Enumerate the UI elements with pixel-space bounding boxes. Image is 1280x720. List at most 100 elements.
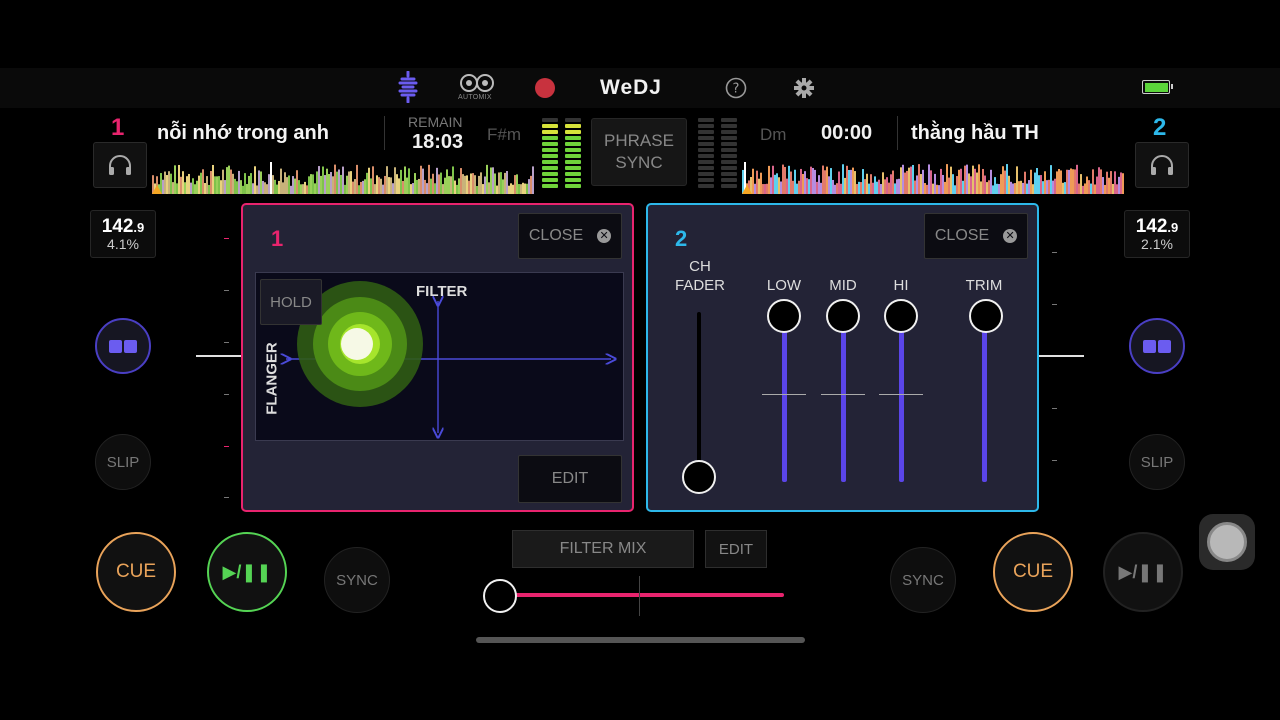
- ch-fader-knob[interactable]: [682, 460, 716, 494]
- deck1-play-pause-button[interactable]: ▶/❚❚: [207, 532, 287, 612]
- deck2-sync-button[interactable]: SYNC: [890, 547, 956, 613]
- meter-segment: [565, 184, 581, 188]
- meter-segment: [698, 160, 714, 164]
- deck1-sync-button[interactable]: SYNC: [324, 547, 390, 613]
- deck2-number: 2: [1153, 114, 1167, 141]
- meter-segment: [565, 148, 581, 152]
- deck1-headphones-button[interactable]: [93, 142, 147, 188]
- eq-hi-label: HI: [893, 277, 909, 294]
- deck1-waveform[interactable]: [152, 162, 534, 194]
- meter-segment: [565, 118, 581, 122]
- meter-segment: [698, 136, 714, 140]
- deck1-ruler-tick: [224, 342, 229, 343]
- eq-mid-knob[interactable]: [826, 299, 860, 333]
- meter-segment: [721, 184, 737, 188]
- eq-hi-track[interactable]: [899, 330, 904, 482]
- deck1-track-title: nỗi nhớ trong anh: [157, 122, 329, 144]
- deck2-play-pause-button[interactable]: ▶/❚❚: [1103, 532, 1183, 612]
- deck1-pad-mode-button[interactable]: [95, 318, 151, 374]
- eq-low-track[interactable]: [782, 330, 787, 482]
- meter-segment: [542, 178, 558, 182]
- crossfader-knob[interactable]: [483, 579, 517, 613]
- meter-segment: [698, 130, 714, 134]
- meter-segment: [721, 136, 737, 140]
- crossfader-track[interactable]: [500, 593, 784, 597]
- meter-segment: [721, 166, 737, 170]
- meter-segment: [698, 178, 714, 182]
- deck1-remain-label: REMAIN: [408, 114, 463, 130]
- meter-segment: [542, 124, 558, 128]
- meter-segment: [698, 172, 714, 176]
- deck1-cue-button[interactable]: CUE: [96, 532, 176, 612]
- deck2-cue-button[interactable]: CUE: [993, 532, 1073, 612]
- fx-x-axis-label: FILTER: [416, 283, 468, 300]
- mixer-edit-button[interactable]: EDIT: [705, 530, 767, 568]
- deck2-ruler-tick: [1052, 460, 1057, 461]
- meter-segment: [698, 154, 714, 158]
- deck2-ruler-tick: [1052, 408, 1057, 409]
- assistive-touch-button[interactable]: [1199, 514, 1255, 570]
- eq-hi-center-mark: [879, 394, 923, 395]
- meter-segment: [565, 142, 581, 146]
- close-icon: ✕: [597, 229, 612, 243]
- meter-segment: [542, 172, 558, 176]
- deck2-headphones-button[interactable]: [1135, 142, 1189, 188]
- deck2-bpm-decimal: .9: [1167, 220, 1179, 235]
- phrase-sync-line1: PHRASE: [604, 131, 674, 150]
- eq-low-knob[interactable]: [767, 299, 801, 333]
- eq-low-label: LOW: [766, 277, 802, 294]
- fx-y-axis-label: FLANGER: [263, 342, 281, 415]
- home-indicator[interactable]: [476, 637, 805, 643]
- deck2-bpm-main: 142: [1135, 216, 1168, 237]
- trim-knob[interactable]: [969, 299, 1003, 333]
- filter-mix-button[interactable]: FILTER MIX: [512, 530, 694, 568]
- meter-segment: [565, 178, 581, 182]
- meter-segment: [542, 118, 558, 122]
- panel1-close-label: CLOSE: [528, 227, 584, 244]
- deck2-bpm-display[interactable]: 142.9 2.1%: [1124, 210, 1190, 258]
- deck1-slip-button[interactable]: SLIP: [95, 434, 151, 490]
- deck1-bpm-decimal: .9: [133, 220, 145, 235]
- waveform-icon[interactable]: [396, 70, 420, 104]
- deck1-bpm-display[interactable]: 142.9 4.1%: [90, 210, 156, 258]
- crossfader-center-mark: [639, 576, 640, 616]
- automix-icon[interactable]: [458, 72, 496, 94]
- panel2-number: 2: [675, 226, 688, 251]
- help-icon[interactable]: ?: [724, 76, 748, 100]
- headphones-icon: [109, 155, 131, 175]
- fx-hold-button[interactable]: HOLD: [260, 279, 322, 325]
- app-logo: WeDJ: [600, 76, 662, 99]
- meter-segment: [542, 148, 558, 152]
- ch-fader-label-line2: FADER: [674, 277, 725, 294]
- meter-segment: [565, 154, 581, 158]
- deck1-number: 1: [111, 114, 125, 141]
- meter-segment: [698, 118, 714, 122]
- eq-mid-track[interactable]: [841, 330, 846, 482]
- ch-fader-label-line1: CH: [689, 258, 711, 275]
- panel2-close-button[interactable]: CLOSE ✕: [924, 213, 1028, 259]
- deck2-ruler-tick: [1052, 304, 1057, 305]
- meter-segment: [542, 160, 558, 164]
- deck2-bpm-pct: 2.1%: [1141, 236, 1173, 252]
- panel1-close-button[interactable]: CLOSE ✕: [518, 213, 622, 259]
- record-button[interactable]: [535, 78, 555, 98]
- deck1-key: F#m: [487, 125, 521, 144]
- panel1-edit-button[interactable]: EDIT: [518, 455, 622, 503]
- meter-segment: [721, 154, 737, 158]
- deck2-slip-button[interactable]: SLIP: [1129, 434, 1185, 490]
- deck2-track-title: thằng hầu TH: [911, 122, 1039, 144]
- deck2-jog-indicator: [1038, 355, 1084, 357]
- meter-segment: [542, 184, 558, 188]
- meter-segment: [698, 148, 714, 152]
- meter-segment: [565, 136, 581, 140]
- phrase-sync-button[interactable]: PHRASE SYNC: [591, 118, 687, 186]
- panel2-close-label: CLOSE: [934, 227, 990, 244]
- deck2-pad-mode-button[interactable]: [1129, 318, 1185, 374]
- trim-track[interactable]: [982, 330, 987, 482]
- eq-hi-knob[interactable]: [884, 299, 918, 333]
- gear-icon[interactable]: [792, 76, 816, 100]
- deck2-waveform[interactable]: [742, 162, 1124, 194]
- deck1-ruler-tick: [224, 290, 229, 291]
- meter-segment: [565, 124, 581, 128]
- ch-fader-track[interactable]: [697, 312, 701, 478]
